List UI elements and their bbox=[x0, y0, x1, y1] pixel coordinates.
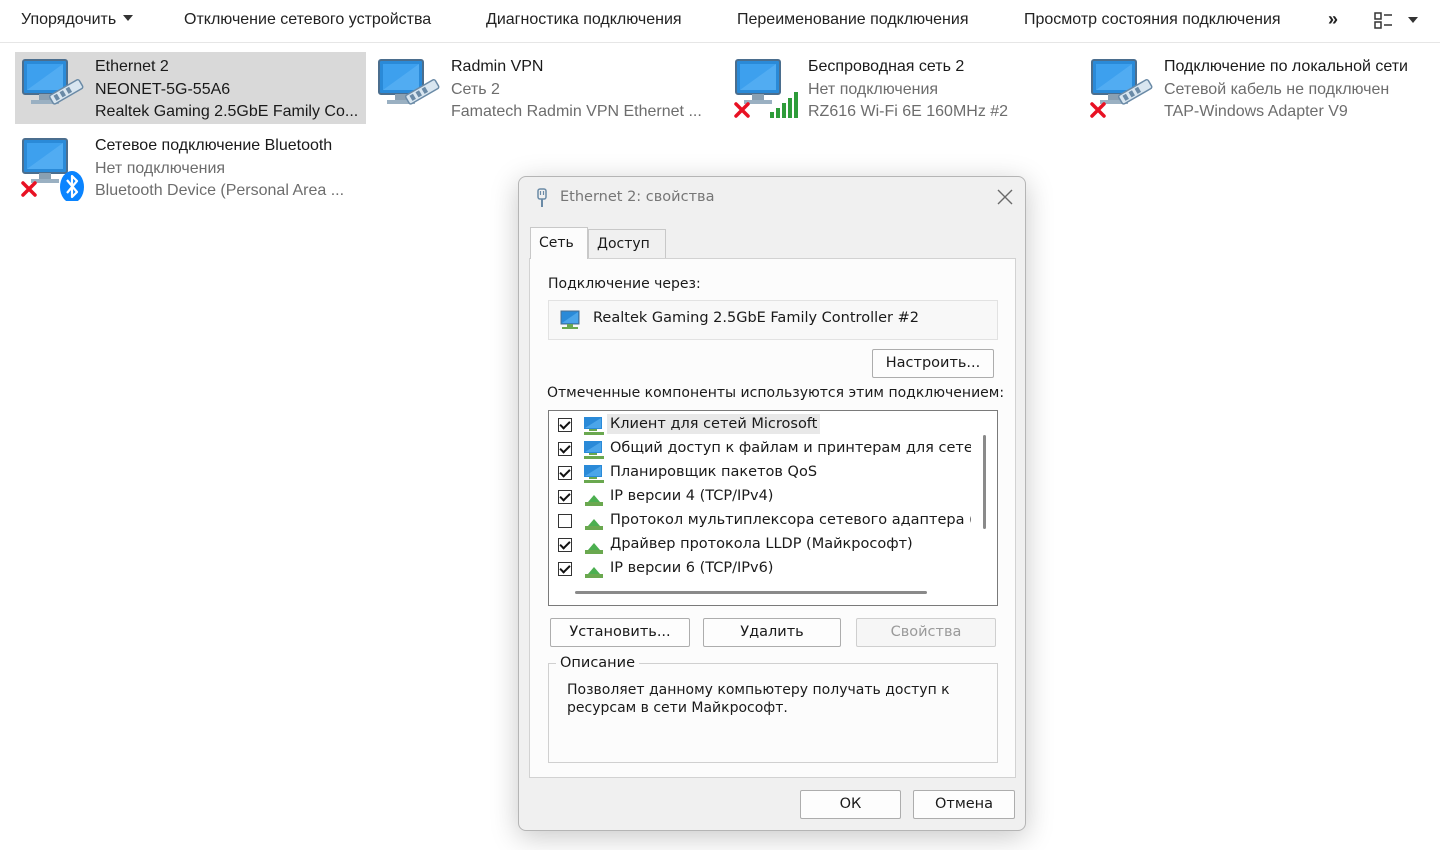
connection-status: Сеть 2 bbox=[451, 80, 500, 98]
configure-button[interactable]: Настроить... bbox=[872, 349, 994, 378]
bluetooth-icon bbox=[21, 138, 84, 201]
list-item[interactable]: Планировщик пакетов QoS bbox=[549, 461, 973, 485]
checkbox[interactable] bbox=[558, 466, 572, 480]
view-options-icon[interactable] bbox=[1374, 12, 1394, 30]
description-text: Позволяет данному компьютеру получать до… bbox=[567, 682, 950, 716]
ethernet-icon bbox=[1090, 59, 1153, 118]
connection-tile-ethernet-2[interactable]: Ethernet 2 NEONET-5G-55A6 Realtek Gaming… bbox=[15, 52, 366, 124]
connection-name: Ethernet 2 bbox=[95, 58, 169, 75]
adapter-name: Realtek Gaming 2.5GbE Family Controller … bbox=[593, 310, 919, 326]
rename-connection-button[interactable]: Переименование подключения bbox=[737, 11, 968, 29]
connection-tile-local-area[interactable]: Подключение по локальной сети Сетевой ка… bbox=[1084, 52, 1436, 124]
install-button[interactable]: Установить... bbox=[550, 618, 690, 647]
ok-button[interactable]: ОК bbox=[800, 790, 901, 819]
connection-name: Беспроводная сеть 2 bbox=[808, 58, 965, 75]
dialog-title: Ethernet 2: свойства bbox=[560, 189, 715, 205]
properties-button[interactable]: Свойства bbox=[856, 618, 996, 647]
checkbox[interactable] bbox=[558, 514, 572, 528]
diagnose-connection-button[interactable]: Диагностика подключения bbox=[486, 11, 682, 29]
protocol-icon bbox=[585, 543, 603, 554]
connection-tile-radmin-vpn[interactable]: Radmin VPN Сеть 2 Famatech Radmin VPN Et… bbox=[371, 52, 722, 124]
connection-tile-wireless-2[interactable]: Беспроводная сеть 2 Нет подключения RZ61… bbox=[728, 52, 1079, 124]
component-label: Клиент для сетей Microsoft bbox=[607, 414, 821, 434]
component-label: IP версии 4 (TCP/IPv4) bbox=[610, 488, 774, 504]
connection-device: Realtek Gaming 2.5GbE Family Co... bbox=[95, 103, 359, 120]
connection-device: RZ616 Wi-Fi 6E 160MHz #2 bbox=[808, 103, 1009, 120]
components-list[interactable]: Клиент для сетей Microsoft Общий доступ … bbox=[548, 410, 998, 606]
connection-status: Нет подключения bbox=[808, 80, 939, 98]
properties-dialog: Ethernet 2: свойства Сеть Доступ Подключ… bbox=[518, 176, 1026, 831]
connect-using-label: Подключение через: bbox=[548, 276, 701, 292]
tab-sharing[interactable]: Доступ bbox=[588, 229, 666, 259]
network-client-icon bbox=[584, 417, 604, 435]
command-bar: Упорядочить Отключение сетевого устройст… bbox=[0, 0, 1440, 43]
checkbox[interactable] bbox=[558, 442, 572, 456]
list-item[interactable]: IP версии 6 (TCP/IPv6) bbox=[549, 557, 973, 581]
connection-device: TAP-Windows Adapter V9 bbox=[1164, 103, 1348, 120]
list-item[interactable]: Протокол мультиплексора сетевого адаптер… bbox=[549, 509, 973, 533]
adapter-field: Realtek Gaming 2.5GbE Family Controller … bbox=[548, 300, 998, 340]
horizontal-scrollbar[interactable] bbox=[575, 591, 927, 594]
tab-network[interactable]: Сеть bbox=[530, 227, 588, 259]
connection-device: Famatech Radmin VPN Ethernet ... bbox=[451, 103, 702, 120]
connection-name: Подключение по локальной сети bbox=[1164, 58, 1408, 75]
connection-tile-bluetooth[interactable]: Сетевое подключение Bluetooth Нет подклю… bbox=[15, 131, 366, 203]
checkbox[interactable] bbox=[558, 538, 572, 552]
list-item[interactable]: IP версии 4 (TCP/IPv4) bbox=[549, 485, 973, 509]
ethernet-icon bbox=[378, 59, 440, 105]
checkbox[interactable] bbox=[558, 562, 572, 576]
checkbox[interactable] bbox=[558, 418, 572, 432]
description-legend: Описание bbox=[556, 655, 639, 671]
close-icon[interactable] bbox=[995, 187, 1015, 207]
component-label: Драйвер протокола LLDP (Майкрософт) bbox=[610, 536, 913, 552]
connection-status: NEONET-5G-55A6 bbox=[95, 80, 231, 98]
list-item[interactable]: Драйвер протокола LLDP (Майкрософт) bbox=[549, 533, 973, 557]
component-label: Планировщик пакетов QoS bbox=[610, 464, 818, 480]
more-commands-button[interactable]: » bbox=[1328, 9, 1338, 30]
connection-name: Сетевое подключение Bluetooth bbox=[95, 137, 333, 154]
vertical-scrollbar[interactable] bbox=[983, 435, 986, 529]
chevron-down-icon bbox=[123, 15, 134, 21]
component-label: Общий доступ к файлам и принтерам для се… bbox=[610, 440, 971, 456]
network-cable-icon bbox=[537, 188, 547, 207]
protocol-icon bbox=[585, 519, 603, 530]
network-client-icon bbox=[584, 441, 604, 459]
component-label: IP версии 6 (TCP/IPv6) bbox=[610, 560, 774, 576]
view-chevron-down-icon[interactable] bbox=[1408, 17, 1418, 23]
component-label: Протокол мультиплексора сетевого адаптер… bbox=[610, 512, 971, 528]
list-item[interactable]: Клиент для сетей Microsoft bbox=[549, 413, 973, 437]
wifi-icon bbox=[734, 59, 798, 118]
organize-menu-button[interactable]: Упорядочить bbox=[21, 11, 134, 29]
protocol-icon bbox=[585, 567, 603, 578]
connection-status: Нет подключения bbox=[95, 159, 226, 177]
connection-device: Bluetooth Device (Personal Area ... bbox=[95, 182, 345, 199]
remove-button[interactable]: Удалить bbox=[703, 618, 841, 647]
protocol-icon bbox=[585, 495, 603, 506]
ethernet-icon bbox=[22, 59, 84, 105]
disable-device-button[interactable]: Отключение сетевого устройства bbox=[184, 11, 431, 29]
network-adapter-icon bbox=[560, 310, 580, 329]
view-status-button[interactable]: Просмотр состояния подключения bbox=[1024, 11, 1281, 29]
connection-status: Сетевой кабель не подключен bbox=[1164, 80, 1390, 98]
list-item[interactable]: Общий доступ к файлам и принтерам для се… bbox=[549, 437, 973, 461]
organize-label: Упорядочить bbox=[21, 11, 117, 28]
checkbox[interactable] bbox=[558, 490, 572, 504]
connection-name: Radmin VPN bbox=[451, 58, 544, 75]
network-client-icon bbox=[584, 465, 604, 483]
components-label: Отмеченные компоненты используются этим … bbox=[547, 385, 1005, 401]
cancel-button[interactable]: Отмена bbox=[913, 790, 1015, 819]
